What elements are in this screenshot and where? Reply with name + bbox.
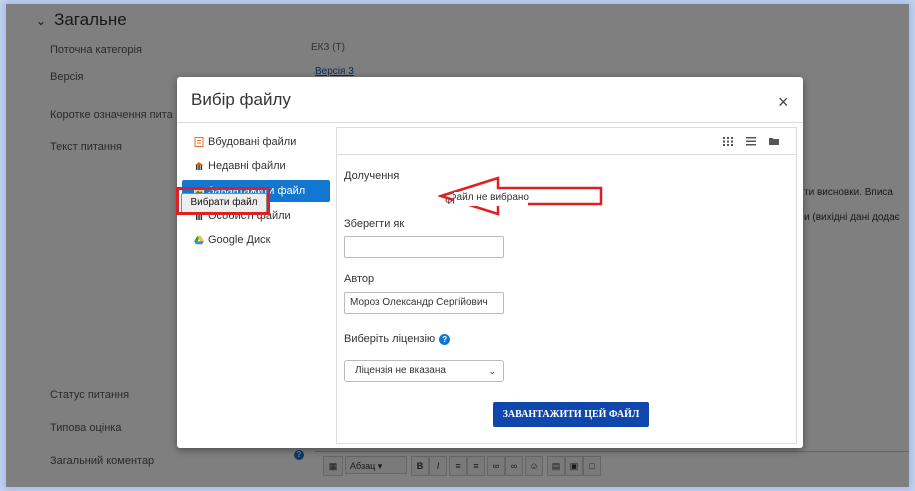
- dialog-title: Вибір файлу: [191, 90, 291, 109]
- annotation-highlight-box: [176, 187, 270, 215]
- embedded-files-icon: [194, 137, 204, 147]
- screenshot-frame: ⌄Загальне Поточна категорія ЕКЗ (T) Верс…: [0, 0, 915, 491]
- repository-label: Недавні файли: [208, 160, 286, 172]
- panel-toolbar: [337, 128, 796, 155]
- author-label: Автор: [344, 273, 375, 285]
- upload-file-button[interactable]: ЗАВАНТАЖИТИ ЦЕЙ ФАЙЛ: [493, 402, 649, 427]
- close-icon[interactable]: ×: [778, 92, 789, 113]
- chevron-down-icon: ⌄: [488, 366, 496, 376]
- google-drive-icon: [194, 235, 204, 245]
- dialog-header-divider: [177, 122, 803, 123]
- file-picker-dialog: Вибір файлу × Вбудовані файли Недавні фа…: [177, 77, 803, 448]
- license-label-row: Виберіть ліцензію?: [344, 333, 451, 345]
- save-as-label: Зберегти як: [344, 218, 405, 230]
- grid-view-icon[interactable]: [719, 133, 737, 149]
- page: ⌄Загальне Поточна категорія ЕКЗ (T) Верс…: [6, 4, 909, 487]
- help-icon[interactable]: ?: [439, 333, 451, 345]
- attachment-label: Долучення: [344, 170, 400, 182]
- folder-view-icon[interactable]: [765, 133, 783, 149]
- repository-recent-files[interactable]: Недавні файли: [182, 155, 330, 177]
- repository-google-drive[interactable]: Google Диск: [182, 229, 330, 251]
- recent-files-icon: [195, 162, 203, 170]
- license-label: Виберіть ліцензію: [344, 333, 436, 345]
- license-value: Ліцензія не вказана: [355, 365, 446, 376]
- repository-label: Google Диск: [208, 234, 271, 246]
- file-status-label: Файл не вибрано: [453, 192, 529, 203]
- author-input[interactable]: Мороз Олександр Сергійович: [344, 292, 504, 314]
- file-status-visible: Файл не вибрано: [453, 192, 529, 206]
- repository-label: Вбудовані файли: [208, 136, 297, 148]
- repository-embedded-files[interactable]: Вбудовані файли: [182, 131, 330, 153]
- list-view-icon[interactable]: [742, 133, 760, 149]
- license-select[interactable]: Ліцензія не вказана ⌄: [344, 360, 504, 382]
- save-as-input[interactable]: [344, 236, 504, 258]
